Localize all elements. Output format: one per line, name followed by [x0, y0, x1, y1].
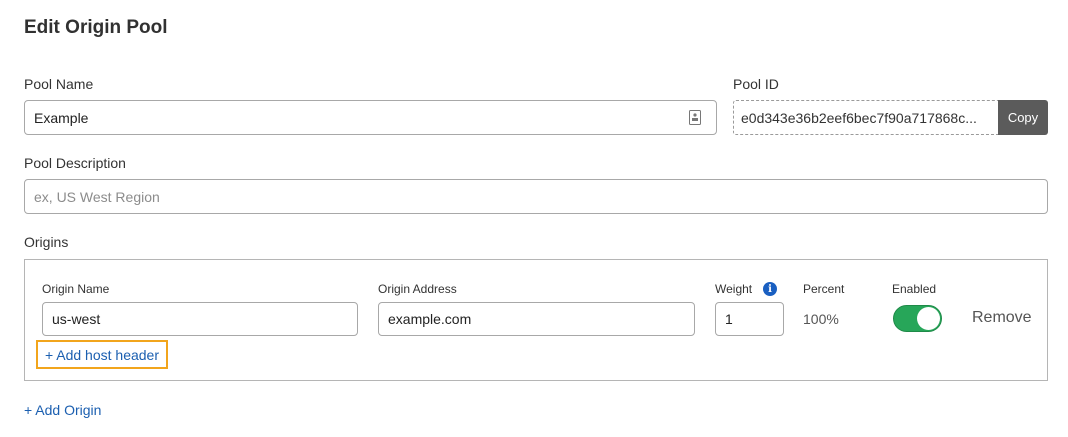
origin-address-value: example.com [388, 311, 472, 327]
origin-address-input[interactable]: example.com [378, 302, 695, 336]
remove-link[interactable]: Remove [972, 309, 1032, 327]
add-origin-link[interactable]: + Add Origin [24, 402, 101, 418]
origin-name-column-label: Origin Name [42, 282, 110, 296]
origins-label: Origins [24, 234, 69, 250]
weight-input[interactable]: 1 [715, 302, 784, 336]
page-title: Edit Origin Pool [24, 17, 168, 38]
pool-description-label: Pool Description [24, 155, 126, 171]
pool-id-field: e0d343e36b2eef6bec7f90a717868c... [733, 100, 998, 135]
percent-column-label: Percent [803, 282, 845, 296]
origin-address-column-label: Origin Address [378, 282, 457, 296]
pool-name-value: Example [34, 109, 89, 126]
toggle-knob [917, 307, 940, 330]
origin-name-value: us-west [52, 311, 101, 327]
weight-value: 1 [725, 311, 733, 327]
origin-name-input[interactable]: us-west [42, 302, 358, 336]
pool-description-placeholder: ex, US West Region [34, 188, 160, 205]
info-icon[interactable]: i [763, 282, 777, 296]
pool-name-label: Pool Name [24, 76, 94, 92]
weight-column-label: Weight [715, 282, 753, 296]
copy-button[interactable]: Copy [998, 100, 1048, 135]
add-host-header-link[interactable]: + Add host header [36, 340, 168, 369]
pool-id-label: Pool ID [733, 76, 779, 92]
percent-value: 100% [803, 311, 839, 327]
enabled-toggle[interactable] [893, 305, 942, 332]
pool-id-value: e0d343e36b2eef6bec7f90a717868c... [741, 109, 977, 126]
pool-description-input[interactable]: ex, US West Region [24, 179, 1048, 214]
enabled-column-label: Enabled [892, 282, 937, 296]
contact-card-icon [689, 110, 701, 125]
pool-name-input[interactable]: Example [24, 100, 717, 135]
